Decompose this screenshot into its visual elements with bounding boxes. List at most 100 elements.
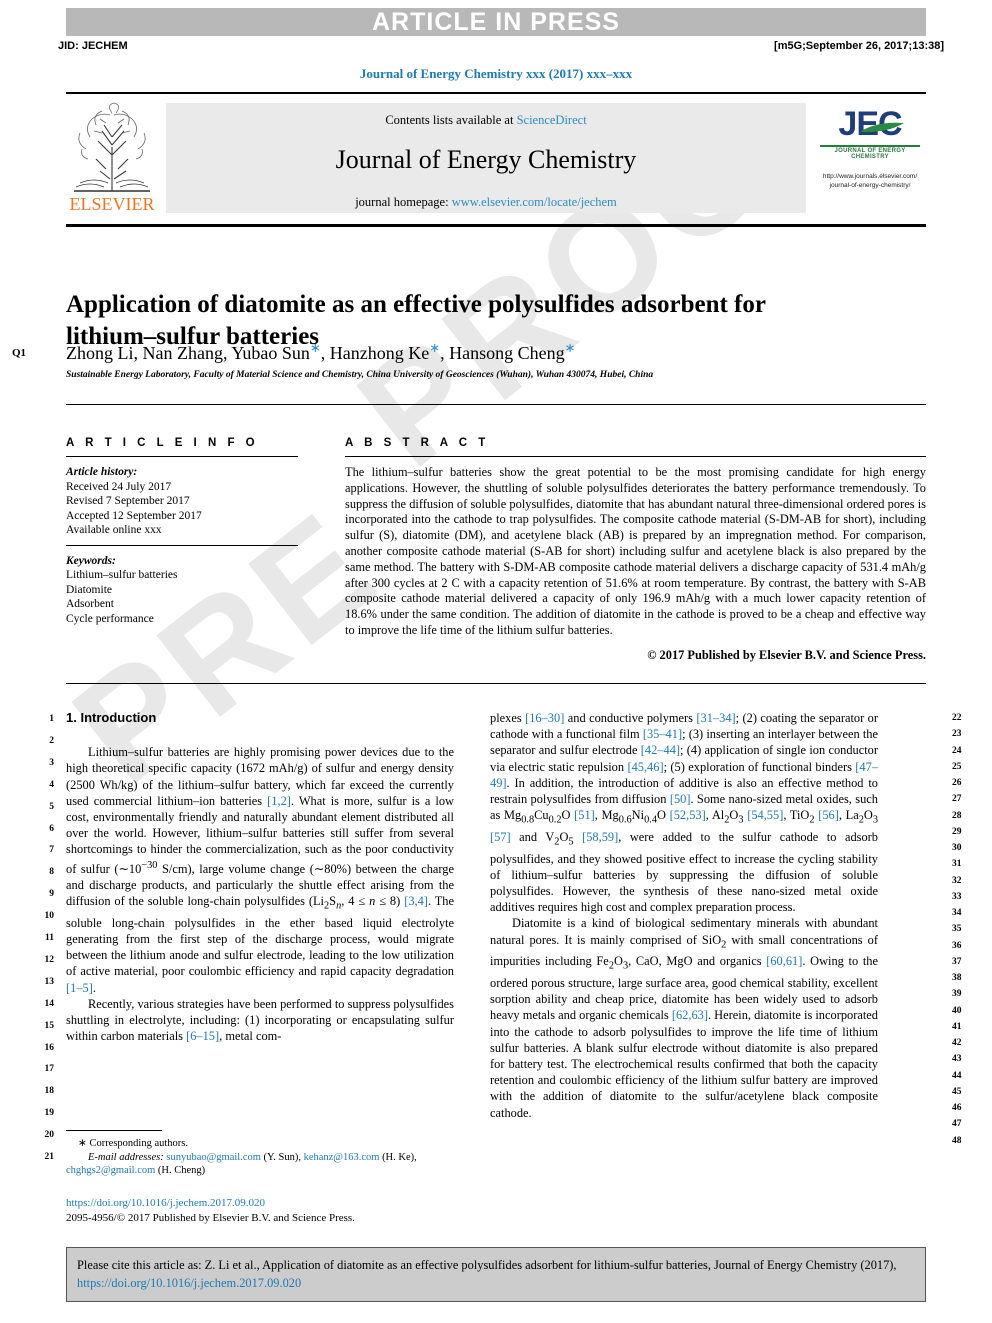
- abstract-rule: [345, 456, 926, 457]
- citation-ref[interactable]: [51]: [574, 808, 595, 822]
- citation-ref[interactable]: [31–34]: [696, 711, 735, 725]
- line-number: 18: [44, 1086, 55, 1097]
- article-history-label: Article history:: [66, 466, 138, 478]
- citation-ref[interactable]: [45,46]: [627, 760, 663, 774]
- citation-ref[interactable]: [1–5]: [66, 981, 93, 995]
- doi-link[interactable]: https://doi.org/10.1016/j.jechem.2017.09…: [66, 1196, 355, 1211]
- journal-homepage-line: journal homepage: www.elsevier.com/locat…: [166, 195, 806, 210]
- citation-ref[interactable]: [35–41]: [643, 727, 682, 741]
- keyword-item: Adsorbent: [66, 598, 114, 610]
- line-number: 14: [44, 998, 55, 1009]
- citation-ref[interactable]: [6–15]: [186, 1029, 219, 1043]
- journal-homepage-link[interactable]: www.elsevier.com/locate/jechem: [452, 195, 617, 209]
- line-number: 16: [44, 1042, 55, 1053]
- jec-wordmark: JEC: [838, 105, 905, 143]
- line-number: 44: [952, 1070, 962, 1081]
- author-name-1: Zhong Li: [66, 343, 134, 363]
- line-number: 35: [952, 924, 962, 935]
- body-column-right: plexes [16–30] and conductive polymers […: [490, 710, 878, 1121]
- elsevier-tree-icon: [66, 99, 158, 195]
- please-cite-doi-link[interactable]: https://doi.org/10.1016/j.jechem.2017.09…: [77, 1276, 301, 1290]
- line-number: 19: [44, 1108, 55, 1119]
- line-number: 25: [952, 761, 962, 772]
- line-number: 34: [952, 908, 962, 918]
- line-number: 3: [49, 757, 54, 768]
- please-cite-text: Please cite this article as: Z. Li et al…: [77, 1258, 897, 1272]
- corresponding-authors-note: ∗ Corresponding authors.: [66, 1137, 454, 1151]
- citation-ref[interactable]: [56]: [818, 808, 839, 822]
- line-number: 27: [952, 794, 962, 805]
- article-in-press-band: ARTICLE IN PRESS: [66, 8, 926, 36]
- email-link-sun[interactable]: sunyubao@gmail.com: [166, 1152, 261, 1163]
- jec-url-line1: http://www.journals.elsevier.com/: [822, 173, 918, 180]
- line-number: 2: [49, 735, 54, 746]
- corresponding-star-3[interactable]: ∗: [565, 340, 576, 355]
- line-number: 45: [952, 1086, 962, 1097]
- article-in-press-label: ARTICLE IN PRESS: [372, 8, 620, 36]
- line-number: 20: [44, 1130, 55, 1141]
- keywords-rule: [66, 544, 298, 546]
- author-name-3: Yubao Sun: [231, 343, 310, 363]
- line-number: 42: [952, 1038, 962, 1048]
- journal-id-label: JID: JECHEM: [58, 40, 128, 52]
- line-number: 41: [952, 1021, 962, 1032]
- line-number: 10: [44, 911, 55, 922]
- paragraph: Lithium–sulfur batteries are highly prom…: [66, 745, 455, 995]
- abstract-heading: A B S T R A C T: [345, 437, 490, 449]
- keywords-block: Keywords: Lithium–sulfur batteries Diato…: [66, 554, 298, 627]
- footnote-text: ∗ Corresponding authors. E-mail addresse…: [66, 1137, 454, 1178]
- jec-logo-block: JEC JOURNAL OF ENERGY CHEMISTRY http://w…: [814, 99, 926, 217]
- article-info-column: A R T I C L E I N F O Article history: R…: [66, 437, 298, 626]
- abstract-divider: [66, 683, 926, 684]
- query-marker-q1: Q1: [12, 347, 27, 359]
- sciencedirect-link[interactable]: ScienceDirect: [517, 113, 587, 127]
- line-number: 23: [952, 729, 962, 740]
- email-link-cheng[interactable]: chghgs2@gmail.com: [66, 1165, 155, 1176]
- line-number: 36: [952, 940, 962, 951]
- typesetter-stamp: [m5G;September 26, 2017;13:38]: [774, 40, 944, 52]
- please-cite-box: Please cite this article as: Z. Li et al…: [66, 1247, 926, 1302]
- citation-ref[interactable]: [57]: [490, 830, 511, 844]
- citation-ref[interactable]: [50]: [670, 792, 691, 806]
- citation-ref[interactable]: [42–44]: [641, 743, 680, 757]
- citation-ref[interactable]: [58,59]: [582, 830, 618, 844]
- keyword-item: Cycle performance: [66, 612, 154, 625]
- line-number: 21: [44, 1152, 55, 1162]
- elsevier-wordmark: ELSEVIER: [69, 194, 155, 214]
- keywords-label: Keywords:: [66, 554, 116, 567]
- line-number: 7: [49, 845, 54, 856]
- line-number: 31: [952, 859, 962, 870]
- line-number: 22: [952, 713, 962, 723]
- journal-masthead: ELSEVIER Contents lists available at Sci…: [66, 99, 926, 217]
- line-number: 38: [952, 973, 962, 983]
- article-info-rule: [66, 456, 298, 457]
- jec-url[interactable]: http://www.journals.elsevier.com/ journa…: [814, 172, 926, 190]
- citation-ref[interactable]: [54,55]: [747, 808, 783, 822]
- jec-leaf-icon: [860, 122, 905, 133]
- citation-ref[interactable]: [60,61]: [766, 954, 802, 968]
- line-number: 8: [49, 867, 54, 878]
- line-number: 48: [952, 1135, 962, 1146]
- line-number: 39: [952, 989, 962, 1000]
- citation-ref[interactable]: [16–30]: [525, 711, 564, 725]
- citation-ref[interactable]: [1,2]: [267, 794, 291, 808]
- corresponding-star-2[interactable]: ∗: [429, 340, 440, 355]
- line-number: 13: [44, 976, 55, 987]
- citation-ref[interactable]: [3,4]: [404, 894, 428, 908]
- corresponding-star-1[interactable]: ∗: [310, 340, 321, 355]
- author-name-2: Nan Zhang: [142, 343, 223, 363]
- history-received: Received 24 July 2017: [66, 480, 172, 493]
- keyword-item: Diatomite: [66, 583, 112, 596]
- email-link-ke[interactable]: kehanz@163.com: [304, 1152, 380, 1163]
- citation-ref[interactable]: [52,53]: [670, 808, 706, 822]
- email-addresses-line: E-mail addresses: sunyubao@gmail.com (Y.…: [66, 1151, 417, 1177]
- asterisk-icon: ∗: [78, 1138, 87, 1149]
- header-divider: [66, 92, 926, 94]
- abstract-copyright: © 2017 Published by Elsevier B.V. and Sc…: [647, 647, 926, 662]
- citation-ref[interactable]: [62,63]: [672, 1008, 708, 1022]
- homepage-prefix: journal homepage:: [355, 195, 452, 209]
- email-owner-sun: (Y. Sun): [263, 1151, 299, 1163]
- line-number: 24: [952, 745, 962, 756]
- article-history-block: Article history: Received 24 July 2017 R…: [66, 465, 298, 538]
- citation-ref[interactable]: [47–49]: [490, 760, 878, 790]
